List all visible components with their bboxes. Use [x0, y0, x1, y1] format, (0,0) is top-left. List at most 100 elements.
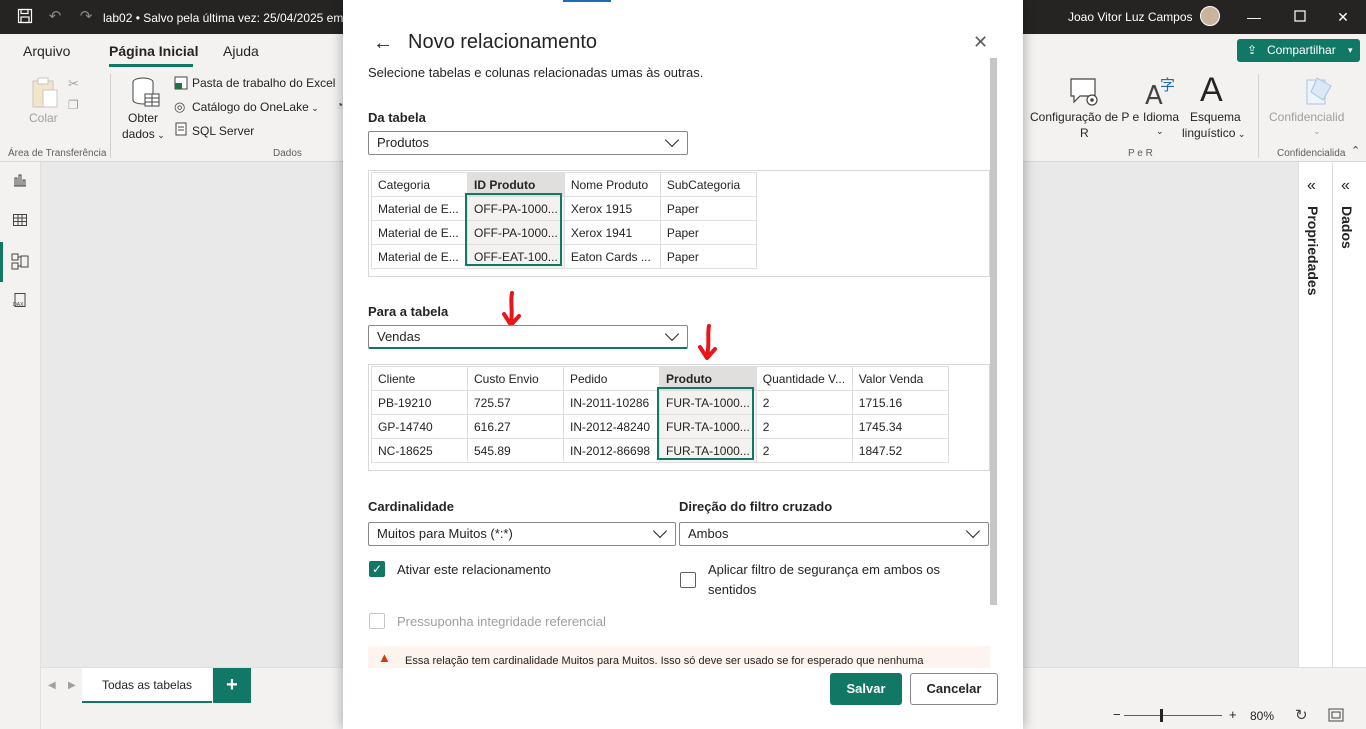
- qa-setup-icon[interactable]: [1068, 76, 1100, 108]
- table-cell[interactable]: IN-2011-10286: [563, 390, 660, 415]
- qa-setup-label[interactable]: Configuração de P e: [1030, 110, 1139, 124]
- prev-tab-icon[interactable]: ◀: [48, 680, 56, 691]
- tab-all-tables[interactable]: Todas as tabelas: [82, 668, 212, 703]
- table-cell[interactable]: FUR-TA-1000...: [659, 438, 757, 463]
- to-table-select[interactable]: Vendas: [368, 325, 688, 349]
- reset-layout-icon[interactable]: ↻: [1295, 706, 1308, 724]
- copy-icon[interactable]: ❐: [68, 98, 79, 112]
- table-cell[interactable]: 545.89: [467, 438, 564, 463]
- table-cell[interactable]: 1715.16: [851, 390, 949, 415]
- table-cell[interactable]: 1745.34: [851, 414, 949, 439]
- cancel-button[interactable]: Cancelar: [910, 673, 998, 705]
- chevron-down-icon[interactable]: ⌄: [1156, 126, 1164, 137]
- user-name[interactable]: Joao Vitor Luz Campos: [1068, 10, 1193, 24]
- tab-ajuda[interactable]: Ajuda: [223, 43, 259, 59]
- database-icon[interactable]: [131, 76, 161, 110]
- security-filter-checkbox[interactable]: [680, 572, 696, 588]
- column-header-subcategoria[interactable]: SubCategoria: [659, 172, 757, 197]
- collapse-ribbon-icon[interactable]: ⌃: [1351, 144, 1360, 157]
- table-cell[interactable]: 725.57: [467, 390, 564, 415]
- activate-relationship-checkbox[interactable]: ✓: [369, 561, 385, 577]
- table-cell[interactable]: Eaton Cards ...: [563, 244, 661, 269]
- onelake-catalog-button[interactable]: Catálogo do OneLake ⌄: [192, 100, 319, 114]
- save-button[interactable]: Salvar: [830, 673, 902, 705]
- table-cell[interactable]: Paper: [659, 220, 757, 245]
- table-cell[interactable]: IN-2012-48240: [563, 414, 660, 439]
- paste-icon[interactable]: [30, 76, 60, 110]
- chevron-double-left-icon[interactable]: «: [1341, 177, 1350, 195]
- back-arrow-icon[interactable]: ←: [373, 32, 393, 55]
- data-pane[interactable]: « Dados: [1332, 162, 1366, 667]
- cardinality-select[interactable]: Muitos para Muitos (*:*): [368, 522, 676, 546]
- undo-icon[interactable]: ↶: [46, 8, 64, 26]
- dax-query-view-icon[interactable]: DAX: [11, 292, 29, 310]
- excel-workbook-button[interactable]: Pasta de trabalho do Excel: [192, 76, 335, 90]
- report-view-icon[interactable]: [11, 172, 29, 190]
- table-cell[interactable]: OFF-PA-1000...: [467, 220, 565, 245]
- column-header-cliente[interactable]: Cliente: [371, 366, 468, 391]
- fit-to-screen-icon[interactable]: [1328, 708, 1344, 725]
- cut-icon[interactable]: ✂: [68, 76, 79, 92]
- column-header-nome-produto[interactable]: Nome Produto: [563, 172, 661, 197]
- table-cell[interactable]: 1847.52: [851, 438, 949, 463]
- share-button[interactable]: ⇪ Compartilhar ▾: [1237, 39, 1360, 62]
- close-icon[interactable]: ✕: [973, 32, 988, 53]
- zoom-slider[interactable]: [1124, 715, 1222, 716]
- language-label[interactable]: Idioma: [1143, 110, 1179, 124]
- linguistic-schema-label-2[interactable]: linguístico ⌄: [1182, 126, 1245, 140]
- properties-pane[interactable]: « Propriedades: [1298, 162, 1332, 667]
- language-icon[interactable]: A字: [1143, 74, 1175, 111]
- column-header-quantidade[interactable]: Quantidade V...: [755, 366, 853, 391]
- table-cell[interactable]: 2: [755, 414, 853, 439]
- table-cell[interactable]: IN-2012-86698: [563, 438, 660, 463]
- table-cell[interactable]: FUR-TA-1000...: [659, 414, 757, 439]
- linguistic-schema-label[interactable]: Esquema: [1190, 110, 1241, 124]
- table-cell[interactable]: Paper: [659, 196, 757, 221]
- chevron-double-left-icon[interactable]: «: [1307, 177, 1316, 195]
- table-cell[interactable]: NC-18625: [371, 438, 468, 463]
- table-cell[interactable]: Xerox 1915: [563, 196, 661, 221]
- table-cell[interactable]: Material de E...: [371, 220, 468, 245]
- next-tab-icon[interactable]: ▶: [68, 680, 76, 691]
- table-cell[interactable]: OFF-EAT-100...: [467, 244, 565, 269]
- model-view-icon[interactable]: [11, 252, 29, 270]
- linguistic-schema-icon[interactable]: A: [1200, 72, 1223, 108]
- from-table-select[interactable]: Produtos: [368, 131, 688, 155]
- column-header-produto[interactable]: Produto: [659, 366, 757, 391]
- column-header-id-produto[interactable]: ID Produto: [467, 172, 565, 197]
- minimize-icon[interactable]: —: [1246, 9, 1262, 25]
- tab-pagina-inicial[interactable]: Página Inicial: [109, 43, 198, 59]
- save-icon[interactable]: [16, 8, 34, 26]
- column-header-categoria[interactable]: Categoria: [371, 172, 468, 197]
- column-header-custo-envio[interactable]: Custo Envio: [467, 366, 564, 391]
- table-cell[interactable]: Material de E...: [371, 244, 468, 269]
- table-cell[interactable]: GP-14740: [371, 414, 468, 439]
- table-cell[interactable]: 2: [755, 438, 853, 463]
- qa-setup-label-2[interactable]: R: [1080, 126, 1089, 140]
- sql-server-button[interactable]: SQL Server: [192, 124, 254, 138]
- table-cell[interactable]: FUR-TA-1000...: [659, 390, 757, 415]
- tab-arquivo[interactable]: Arquivo: [23, 43, 70, 59]
- zoom-slider-thumb[interactable]: [1160, 709, 1163, 722]
- zoom-in-icon[interactable]: +: [1229, 707, 1237, 722]
- table-view-icon[interactable]: [11, 212, 29, 230]
- redo-icon[interactable]: ↷: [77, 8, 95, 26]
- avatar[interactable]: [1200, 6, 1220, 26]
- table-cell[interactable]: 616.27: [467, 414, 564, 439]
- maximize-icon[interactable]: [1292, 9, 1308, 25]
- table-cell[interactable]: PB-19210: [371, 390, 468, 415]
- table-cell[interactable]: Xerox 1941: [563, 220, 661, 245]
- cross-filter-select[interactable]: Ambos: [679, 522, 989, 546]
- zoom-out-icon[interactable]: −: [1113, 707, 1121, 722]
- get-data-label-2[interactable]: dados ⌄: [122, 127, 165, 141]
- table-cell[interactable]: Material de E...: [371, 196, 468, 221]
- table-cell[interactable]: 2: [755, 390, 853, 415]
- dialog-scrollbar[interactable]: [990, 58, 997, 605]
- table-cell[interactable]: OFF-PA-1000...: [467, 196, 565, 221]
- add-layout-button[interactable]: +: [213, 668, 251, 703]
- close-window-icon[interactable]: ✕: [1335, 9, 1351, 25]
- sensitivity-icon[interactable]: [1303, 74, 1335, 108]
- table-cell[interactable]: Paper: [659, 244, 757, 269]
- get-data-label[interactable]: Obter: [128, 111, 158, 125]
- column-header-valor-venda[interactable]: Valor Venda: [851, 366, 949, 391]
